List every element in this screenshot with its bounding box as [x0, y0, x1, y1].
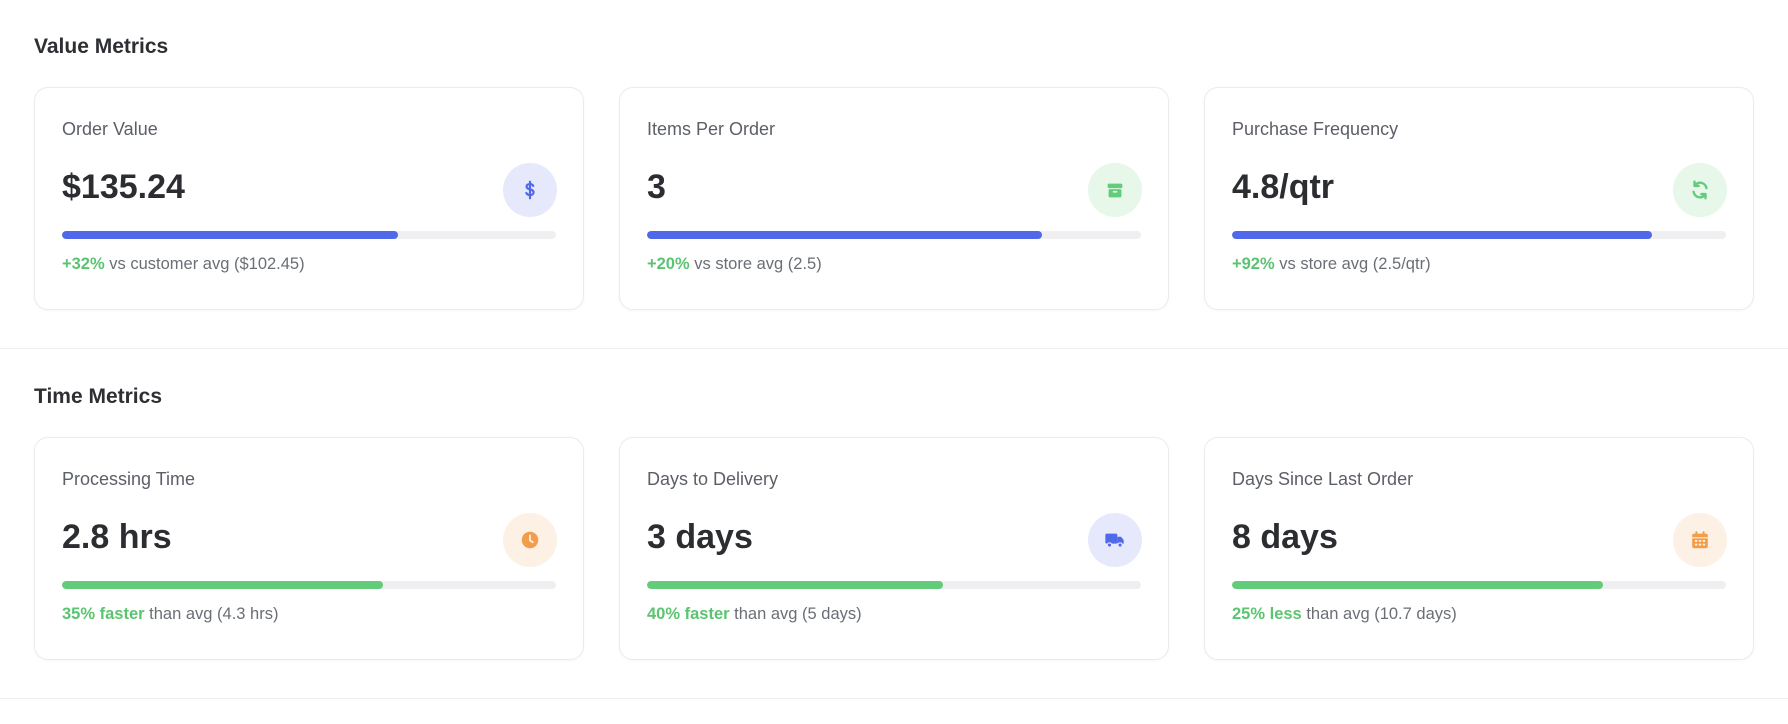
calendar-icon	[1673, 513, 1727, 567]
metric-change: 25% less	[1232, 605, 1302, 623]
section-title: Value Metrics	[34, 35, 169, 58]
calendar-icon-glyph	[1692, 531, 1708, 549]
metric-comparison-text: than avg (5 days)	[729, 605, 862, 623]
progress-bar-fill	[1232, 231, 1652, 239]
box-icon	[1088, 163, 1142, 217]
metric-label: Purchase Frequency	[1232, 119, 1399, 139]
metric-value: $135.24	[62, 168, 185, 206]
progress-bar-fill	[647, 231, 1043, 239]
metric-card-order-value: Order Value $135.24 +32% vs customer avg…	[34, 87, 584, 310]
progress-bar-fill	[62, 231, 398, 239]
metric-comparison-text: vs customer avg ($102.45)	[104, 255, 305, 273]
refresh-icon	[1673, 163, 1727, 217]
metric-change: +20%	[647, 255, 690, 273]
box-icon-glyph	[1107, 183, 1123, 198]
metric-comparison: +92% vs store avg (2.5/qtr)	[1232, 254, 1726, 274]
metric-label: Order Value	[62, 119, 158, 139]
metric-comparison-text: vs store avg (2.5/qtr)	[1274, 255, 1431, 273]
metric-comparison: 35% faster than avg (4.3 hrs)	[62, 604, 556, 624]
metric-comparison: +32% vs customer avg ($102.45)	[62, 254, 556, 274]
metric-cards: Processing Time 2.8 hrs 35% faster than …	[34, 437, 1754, 660]
dollar-icon	[503, 163, 557, 217]
progress-bar	[1232, 581, 1726, 589]
metric-comparison: 25% less than avg (10.7 days)	[1232, 604, 1726, 624]
clock-icon-glyph	[521, 531, 539, 549]
metric-label: Processing Time	[62, 469, 196, 489]
value-metrics-section: Value Metrics Order Value $135.24 +32% v…	[0, 0, 1788, 349]
progress-bar-fill	[62, 581, 384, 589]
metric-comparison-text: than avg (4.3 hrs)	[144, 605, 279, 623]
clock-icon	[503, 513, 557, 567]
metric-card-purchase-frequency: Purchase Frequency 4.8/qtr +92% vs store…	[1204, 87, 1754, 310]
metric-change: +32%	[62, 255, 105, 273]
metric-comparison-text: than avg (10.7 days)	[1301, 605, 1457, 623]
metric-comparison: 40% faster than avg (5 days)	[647, 604, 1141, 624]
progress-bar	[62, 581, 556, 589]
progress-bar	[62, 231, 556, 239]
metric-card-days-to-delivery: Days to Delivery 3 days 40% faster than …	[619, 437, 1169, 660]
progress-bar-fill	[647, 581, 944, 589]
dollar-icon-glyph	[525, 180, 535, 200]
metric-comparison: +20% vs store avg (2.5)	[647, 254, 1141, 274]
time-metrics-section: Time Metrics Processing Time 2.8 hrs 35%…	[0, 349, 1788, 699]
metric-cards: Order Value $135.24 +32% vs customer avg…	[34, 87, 1754, 310]
metric-change: +92%	[1232, 255, 1275, 273]
progress-bar-fill	[1232, 581, 1603, 589]
metric-comparison-text: vs store avg (2.5)	[689, 255, 822, 273]
truck-icon	[1088, 513, 1142, 567]
metric-change: 40% faster	[647, 605, 730, 623]
metric-card-items-per-order: Items Per Order 3 +20% vs store avg (2.5…	[619, 87, 1169, 310]
metric-value: 2.8 hrs	[62, 518, 172, 556]
section-title: Time Metrics	[34, 385, 162, 408]
truck-icon-glyph	[1105, 533, 1124, 548]
metric-label: Days to Delivery	[647, 469, 779, 489]
metric-value: 3 days	[647, 518, 753, 556]
metric-value: 3	[647, 168, 666, 206]
refresh-icon-glyph	[1692, 180, 1708, 200]
progress-bar	[647, 581, 1141, 589]
metric-value: 4.8/qtr	[1232, 168, 1335, 206]
metric-label: Items Per Order	[647, 119, 776, 139]
metric-label: Days Since Last Order	[1232, 469, 1414, 489]
metric-card-processing-time: Processing Time 2.8 hrs 35% faster than …	[34, 437, 584, 660]
progress-bar	[647, 231, 1141, 239]
metric-card-days-since-last-order: Days Since Last Order 8 days 25% less th…	[1204, 437, 1754, 660]
metric-change: 35% faster	[62, 605, 145, 623]
metric-value: 8 days	[1232, 518, 1338, 556]
progress-bar	[1232, 231, 1726, 239]
